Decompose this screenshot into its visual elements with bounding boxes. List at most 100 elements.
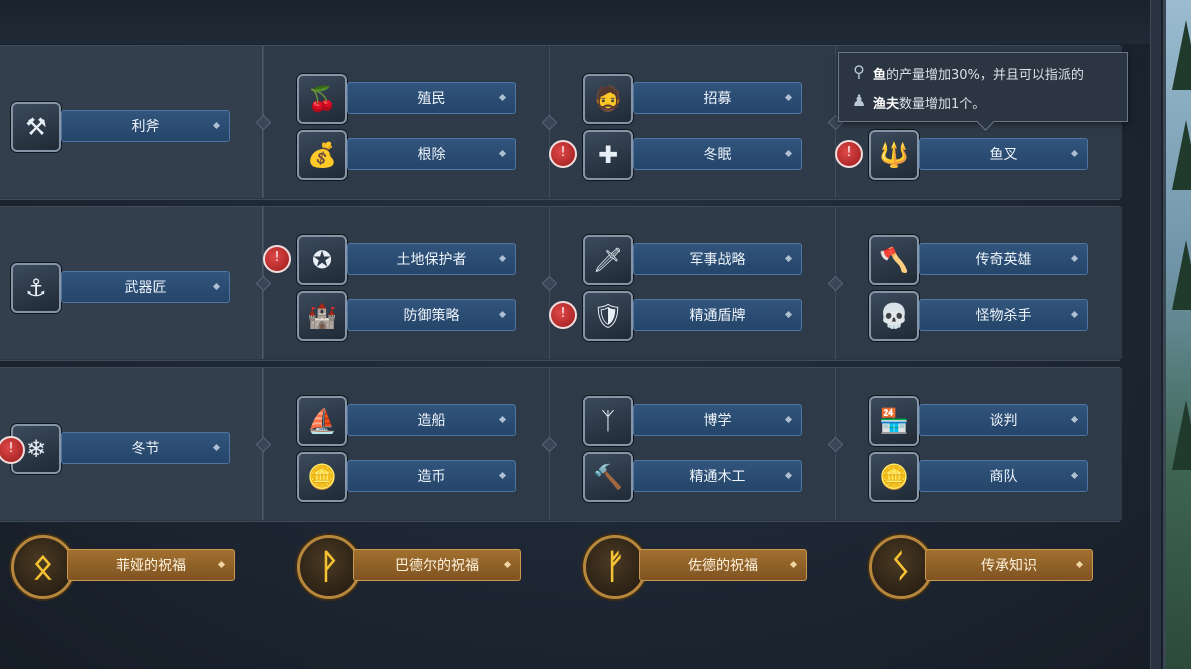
skill-label-bar[interactable]: 利斧	[61, 110, 230, 142]
expand-indicator-icon	[1070, 149, 1079, 158]
skill-label-bar[interactable]: 军事战略	[633, 243, 802, 275]
rune-stone-icon: ᛉ	[583, 396, 633, 446]
blessing-label-bar[interactable]: 菲娅的祝福	[67, 549, 235, 581]
bear-badge-icon: !	[549, 301, 577, 329]
skill-label-bar[interactable]: 鱼叉	[919, 138, 1088, 170]
skill-node[interactable]: 💰 根除	[297, 130, 516, 180]
skill-label-bar[interactable]: 造币	[347, 460, 516, 492]
root-skill-node[interactable]: ⚒ 利斧	[11, 102, 230, 152]
blessing-node[interactable]: ᛟ 菲娅的祝福	[11, 535, 237, 599]
skill-node[interactable]: 🏰 防御策略	[297, 291, 516, 341]
skill-tooltip: ⚲ 鱼的产量增加30%，并且可以指派的 ♟ 渔夫数量增加1个。	[838, 52, 1128, 131]
shield-emblem-icon: ✪	[297, 235, 347, 285]
skill-label-bar[interactable]: 冬眠	[633, 138, 802, 170]
skill-node[interactable]: 🪙 商队	[869, 452, 1088, 502]
skill-node[interactable]: 💀 怪物杀手	[869, 291, 1088, 341]
expand-indicator-icon	[1070, 310, 1079, 319]
expand-indicator-icon	[784, 310, 793, 319]
skill-node[interactable]: 🏪 谈判	[869, 396, 1088, 446]
skill-node[interactable]: 🛡 精通盾牌!	[549, 291, 802, 341]
tooltip-worker-name: 渔夫	[873, 97, 900, 112]
skill-label-bar[interactable]: 招募	[633, 82, 802, 114]
othala-rune-icon: ᛟ	[11, 535, 75, 599]
skill-name: 防御策略	[403, 308, 460, 324]
skill-name: 殖民	[417, 91, 446, 107]
blessing-node[interactable]: ᚹ 巴德尔的祝福	[297, 535, 523, 599]
skill-node[interactable]: 🔨 精通木工	[583, 452, 802, 502]
skill-label-bar[interactable]: 谈判	[919, 404, 1088, 436]
blessing-label-bar[interactable]: 巴德尔的祝福	[353, 549, 521, 581]
pine-tree-icon	[1172, 240, 1191, 310]
expand-indicator-icon	[784, 415, 793, 424]
skill-node[interactable]: ᛉ 博学	[583, 396, 802, 446]
skill-label-bar[interactable]: 造船	[347, 404, 516, 436]
expand-indicator-icon	[217, 560, 226, 569]
skill-node[interactable]: 🍒 殖民	[297, 74, 516, 124]
wunjo-rune-icon: ᚹ	[297, 535, 361, 599]
food-bowl-icon: 🍒	[297, 74, 347, 124]
expand-indicator-icon	[784, 149, 793, 158]
blessing-label-bar[interactable]: 佐德的祝福	[639, 549, 807, 581]
expand-indicator-icon	[212, 282, 221, 291]
skill-label-bar[interactable]: 怪物杀手	[919, 299, 1088, 331]
skill-label-bar[interactable]: 防御策略	[347, 299, 516, 331]
blessing-label-bar[interactable]: 传承知识	[925, 549, 1093, 581]
skill-node[interactable]: 🪓 传奇英雄	[869, 235, 1088, 285]
watchtower-icon: 🏰	[297, 291, 347, 341]
root-skill-node[interactable]: ❄ 冬节!	[0, 424, 230, 474]
bear-badge-icon: !	[835, 140, 863, 168]
skill-name: 精通木工	[689, 469, 746, 485]
blessing-node[interactable]: ᛊ 传承知识	[869, 535, 1095, 599]
skill-node[interactable]: ✪ 土地保护者!	[263, 235, 516, 285]
skill-node[interactable]: ✚ 冬眠!	[549, 130, 802, 180]
blessing-node[interactable]: ᚠ 佐德的祝福	[583, 535, 809, 599]
expand-indicator-icon	[784, 471, 793, 480]
skill-label-bar[interactable]: 商队	[919, 460, 1088, 492]
skill-label-bar[interactable]: 博学	[633, 404, 802, 436]
skill-label-bar[interactable]: 土地保护者	[347, 243, 516, 275]
skill-node[interactable]: 🗡 军事战略	[583, 235, 802, 285]
blessing-name: 巴德尔的祝福	[395, 558, 479, 574]
tooltip-text: 数量增加1个。	[899, 97, 986, 112]
sowilo-rune-icon: ᛊ	[869, 535, 933, 599]
expand-indicator-icon	[212, 121, 221, 130]
skill-label-bar[interactable]: 冬节	[61, 432, 230, 464]
blessing-name: 菲娅的祝福	[116, 558, 186, 574]
skill-name: 冬眠	[703, 147, 732, 163]
expand-indicator-icon	[498, 254, 507, 263]
expand-indicator-icon	[1070, 415, 1079, 424]
skill-name: 精通盾牌	[689, 308, 746, 324]
skill-label-bar[interactable]: 传奇英雄	[919, 243, 1088, 275]
fisherman-icon: ♟	[851, 91, 867, 110]
pine-tree-icon	[1172, 400, 1191, 470]
expand-indicator-icon	[212, 443, 221, 452]
fehu-rune-icon: ᚠ	[583, 535, 647, 599]
round-shield-icon: 🛡	[583, 291, 633, 341]
skill-tree-screen: ⚒ 利斧 🍒 殖民 💰 根除 🧔 招募 ✚ 冬眠! 🔱 鱼叉! ⚓ 武器匠 ✪ 土地保护者! 🏰 防御策略 🗡 军事战…	[0, 0, 1191, 669]
expand-indicator-icon	[498, 471, 507, 480]
skill-name: 博学	[703, 413, 732, 429]
skill-node[interactable]: 🔱 鱼叉!	[835, 130, 1088, 180]
skill-label-bar[interactable]: 根除	[347, 138, 516, 170]
expand-indicator-icon	[789, 560, 798, 569]
skill-node[interactable]: 🧔 招募	[583, 74, 802, 124]
green-cross-icon: ✚	[583, 130, 633, 180]
skill-label-bar[interactable]: 殖民	[347, 82, 516, 114]
skill-node[interactable]: 🪙 造币	[297, 452, 516, 502]
skill-name: 利斧	[131, 119, 160, 135]
skill-name: 冬节	[131, 441, 160, 457]
skill-label-bar[interactable]: 精通盾牌	[633, 299, 802, 331]
skill-name: 传奇英雄	[975, 252, 1032, 268]
harpoon-icon: 🔱	[869, 130, 919, 180]
tooltip-resource-name: 鱼	[873, 68, 887, 83]
skill-name: 土地保护者	[396, 252, 467, 268]
root-skill-node[interactable]: ⚓ 武器匠	[11, 263, 230, 313]
bear-badge-icon: !	[549, 140, 577, 168]
tooltip-text: 的产量增加30%，并且可以指派的	[886, 68, 1084, 83]
skill-label-bar[interactable]: 武器匠	[61, 271, 230, 303]
sack-icon: 💰	[297, 130, 347, 180]
skill-node[interactable]: ⛵ 造船	[297, 396, 516, 446]
sword-icon: 🗡	[583, 235, 633, 285]
skill-name: 造币	[417, 469, 446, 485]
skill-label-bar[interactable]: 精通木工	[633, 460, 802, 492]
